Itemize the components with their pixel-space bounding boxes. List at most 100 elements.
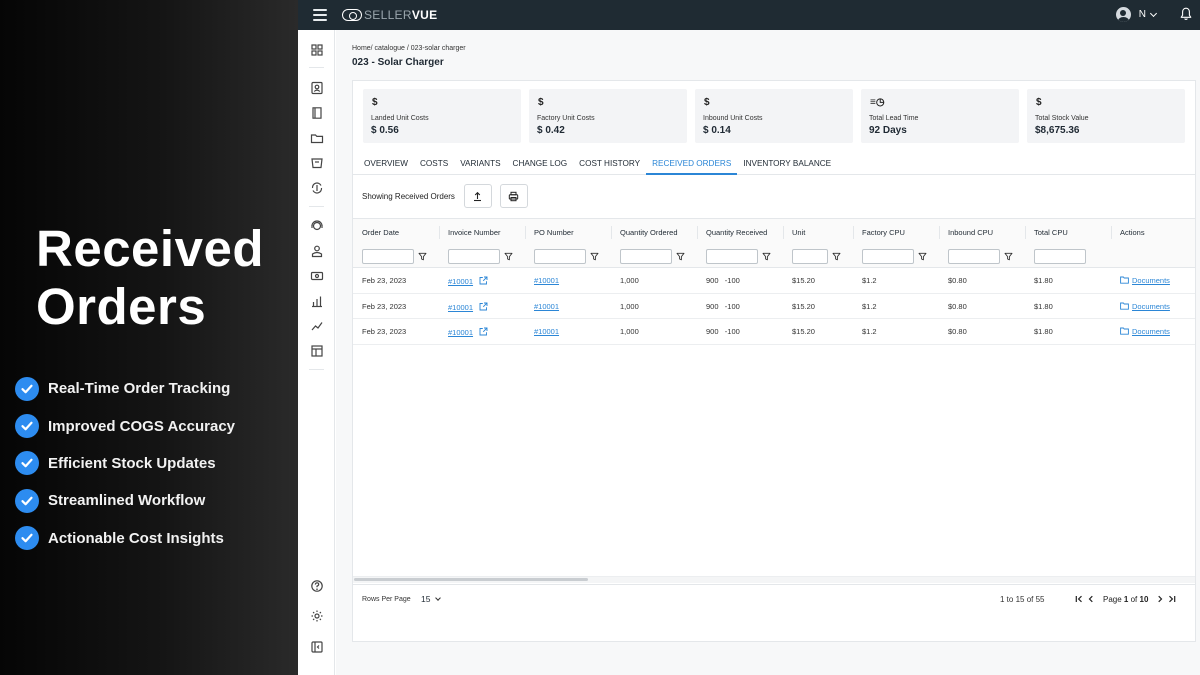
feature-text: Real-Time Order Tracking	[48, 380, 231, 398]
filter-input[interactable]	[948, 249, 1000, 264]
cell-factory-cpu: $1.2	[862, 327, 877, 336]
settings-gear-icon[interactable]	[310, 609, 324, 623]
filter-input[interactable]	[706, 249, 758, 264]
col-total-cpu[interactable]: Total CPU	[1034, 228, 1068, 237]
page-indicator: Page 1 of 10	[1103, 595, 1148, 604]
documents-link[interactable]: Documents	[1132, 302, 1170, 311]
filter-funnel-icon[interactable]	[418, 252, 427, 261]
help-icon[interactable]	[310, 579, 324, 593]
bar-chart-icon[interactable]	[310, 294, 324, 308]
contacts-icon[interactable]	[310, 81, 324, 95]
filter-funnel-icon[interactable]	[590, 252, 599, 261]
export-button[interactable]	[463, 184, 492, 208]
app-logo[interactable]: SELLER VUE	[342, 8, 437, 22]
qty-difference: -100	[724, 327, 740, 336]
invoice-link[interactable]: #10001	[448, 328, 473, 337]
card-value: $8,675.36	[1035, 125, 1080, 136]
catalogue-icon[interactable]	[310, 106, 324, 120]
col-unit[interactable]: Unit	[792, 228, 805, 237]
filter-input[interactable]	[862, 249, 914, 264]
scrollbar-thumb[interactable]	[354, 578, 588, 581]
tab-costs[interactable]: COSTS	[414, 153, 454, 175]
tab-inventory-balance[interactable]: INVENTORY BALANCE	[737, 153, 837, 175]
breadcrumb[interactable]: Home/ catalogue / 023-solar charger	[352, 45, 466, 52]
filter-funnel-icon[interactable]	[1004, 252, 1013, 261]
card-total-stock-value: $ Total Stock Value $8,675.36	[1027, 89, 1185, 143]
folder-icon[interactable]	[310, 131, 324, 145]
tab-variants[interactable]: VARIANTS	[454, 153, 506, 175]
dollar-icon: $	[372, 97, 378, 108]
chevron-down-icon	[435, 594, 442, 601]
filter-factory-cpu	[862, 249, 927, 264]
external-link-icon[interactable]	[479, 327, 488, 336]
bell-icon[interactable]	[1180, 7, 1192, 21]
documents-link[interactable]: Documents	[1132, 276, 1170, 285]
col-invoice-number[interactable]: Invoice Number	[448, 228, 501, 237]
filter-funnel-icon[interactable]	[504, 252, 513, 261]
po-link[interactable]: #10001	[534, 302, 559, 311]
check-icon	[15, 488, 39, 513]
cell-quantity-received: 900 -100	[706, 276, 740, 285]
col-order-date[interactable]: Order Date	[362, 228, 399, 237]
table-header: Order Date Invoice Number PO Number Quan…	[353, 218, 1195, 268]
filter-funnel-icon[interactable]	[832, 252, 841, 261]
dashboard-icon[interactable]	[310, 43, 324, 57]
col-factory-cpu[interactable]: Factory CPU	[862, 228, 905, 237]
filter-funnel-icon[interactable]	[762, 252, 771, 261]
inventory-icon[interactable]	[310, 156, 324, 170]
tab-change-log[interactable]: CHANGE LOG	[507, 153, 574, 175]
last-page-button[interactable]	[1166, 593, 1178, 605]
documents-link[interactable]: Documents	[1132, 327, 1170, 336]
cell-total-cpu: $1.80	[1034, 327, 1053, 336]
po-link[interactable]: #10001	[534, 327, 559, 336]
filter-input[interactable]	[362, 249, 414, 264]
filter-input[interactable]	[620, 249, 672, 264]
first-page-button[interactable]	[1073, 593, 1085, 605]
filter-input[interactable]	[448, 249, 500, 264]
folder-icon	[1120, 327, 1129, 335]
po-link[interactable]: #10001	[534, 276, 559, 285]
collapse-sidebar-icon[interactable]	[310, 640, 324, 654]
filter-total-cpu	[1034, 249, 1086, 264]
invoice-link[interactable]: #10001	[448, 303, 473, 312]
cell-factory-cpu: $1.2	[862, 276, 877, 285]
feature-text: Efficient Stock Updates	[48, 454, 216, 472]
col-quantity-received[interactable]: Quantity Received	[706, 228, 767, 237]
nav-divider	[309, 206, 324, 207]
tab-overview[interactable]: OVERVIEW	[358, 153, 414, 175]
col-inbound-cpu[interactable]: Inbound CPU	[948, 228, 993, 237]
previous-page-button[interactable]	[1085, 593, 1097, 605]
col-po-number[interactable]: PO Number	[534, 228, 574, 237]
user-menu[interactable]: N	[1115, 7, 1158, 22]
cell-quantity-ordered: 1,000	[620, 301, 639, 311]
dollar-icon: $	[1036, 97, 1042, 108]
tab-cost-history[interactable]: COST HISTORY	[573, 153, 646, 175]
external-link-icon[interactable]	[479, 302, 488, 311]
print-button[interactable]	[499, 184, 528, 208]
payments-icon[interactable]	[310, 269, 324, 283]
user-avatar-icon	[1115, 7, 1131, 22]
user-icon[interactable]	[310, 244, 324, 258]
filter-input[interactable]	[1034, 249, 1086, 264]
rows-per-page-select[interactable]: 15	[421, 594, 442, 604]
filter-funnel-icon[interactable]	[918, 252, 927, 261]
logo-text-bold: VUE	[411, 8, 438, 22]
currency-sync-icon[interactable]	[310, 181, 324, 195]
table-body: Feb 23, 2023 #10001 #10001 1,000 900 -10…	[353, 268, 1195, 345]
hamburger-menu-icon[interactable]	[313, 9, 327, 21]
nav-divider	[309, 67, 324, 68]
support-icon[interactable]	[310, 219, 324, 233]
card-inbound-unit-costs: $ Inbound Unit Costs $ 0.14	[695, 89, 853, 143]
column-divider	[939, 226, 940, 239]
col-quantity-ordered[interactable]: Quantity Ordered	[620, 228, 678, 237]
invoice-link[interactable]: #10001	[448, 277, 473, 286]
filter-funnel-icon[interactable]	[676, 252, 685, 261]
horizontal-scrollbar[interactable]	[353, 576, 1195, 583]
tab-received-orders[interactable]: RECEIVED ORDERS	[646, 153, 738, 175]
table-icon[interactable]	[310, 344, 324, 358]
external-link-icon[interactable]	[479, 276, 488, 285]
filter-input[interactable]	[534, 249, 586, 264]
filter-input[interactable]	[792, 249, 828, 264]
trend-line-icon[interactable]	[310, 319, 324, 333]
next-page-button[interactable]	[1154, 593, 1166, 605]
